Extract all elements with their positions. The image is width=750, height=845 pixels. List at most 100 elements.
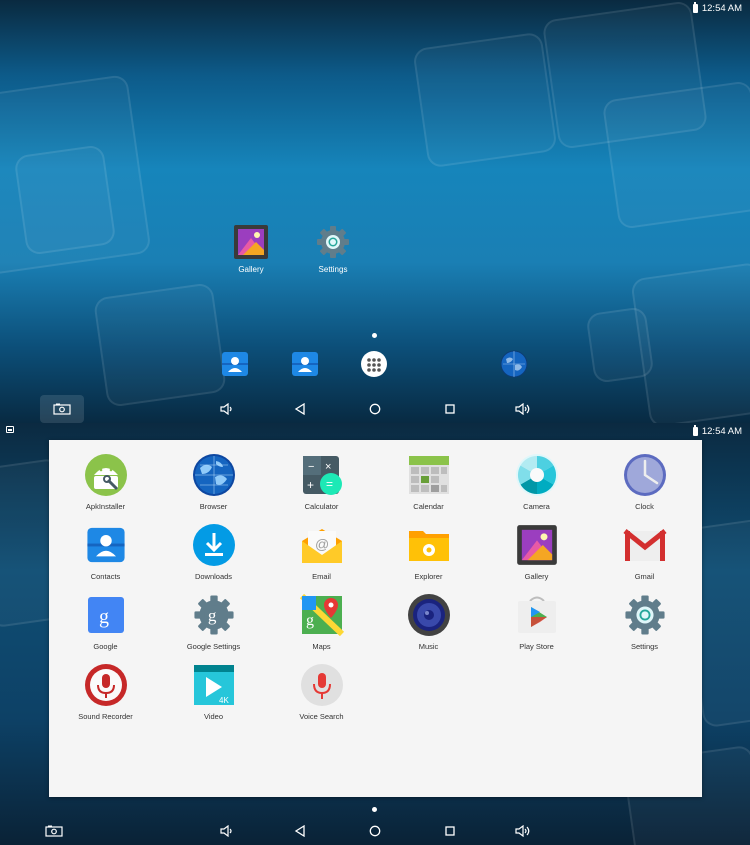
app-browser[interactable]: Browser xyxy=(160,453,267,511)
recents-button[interactable] xyxy=(436,395,464,423)
wallpaper-square xyxy=(585,306,655,384)
app-calculator[interactable]: − × + = Calculator xyxy=(268,453,375,511)
calculator-icon: − × + = xyxy=(300,453,344,497)
app-label: Camera xyxy=(523,502,550,511)
app-label: Explorer xyxy=(414,572,443,581)
browser-globe-icon xyxy=(500,350,528,378)
settings-gear-icon xyxy=(315,224,351,260)
gmail-icon xyxy=(622,523,667,567)
app-play-store[interactable]: Play Store xyxy=(483,593,590,651)
email-icon: @ xyxy=(300,523,344,567)
app-explorer[interactable]: Explorer xyxy=(375,523,482,581)
svg-text:=: = xyxy=(326,477,333,491)
back-button[interactable] xyxy=(286,817,314,845)
app-contacts[interactable]: Contacts xyxy=(52,523,159,581)
status-bar: 12:54 AM xyxy=(0,423,750,439)
dock-contacts[interactable] xyxy=(221,350,249,378)
app-camera[interactable]: Camera xyxy=(483,453,590,511)
app-email[interactable]: @ Email xyxy=(268,523,375,581)
app-label: Email xyxy=(312,572,331,581)
screenshot-icon xyxy=(45,825,63,837)
screenshot-button[interactable] xyxy=(40,817,68,845)
volume-up-button[interactable] xyxy=(509,395,537,423)
app-label: Settings xyxy=(630,642,659,651)
home-icon xyxy=(369,403,381,415)
dock-contacts[interactable] xyxy=(291,350,319,378)
app-google-settings[interactable]: g Google Settings xyxy=(160,593,267,651)
battery-icon xyxy=(692,425,698,436)
settings-gear-icon xyxy=(623,593,667,637)
contacts-icon xyxy=(292,352,318,376)
play-store-icon xyxy=(515,593,559,637)
app-apkinstaller[interactable]: ApkInstaller xyxy=(52,453,159,511)
status-time: 12:54 AM xyxy=(701,426,742,437)
contacts-icon xyxy=(84,523,128,567)
google-icon: g xyxy=(84,593,128,637)
page-indicator-dot xyxy=(372,807,377,812)
app-settings[interactable]: Settings xyxy=(591,593,698,651)
wallpaper-square xyxy=(13,144,117,256)
svg-text:−: − xyxy=(308,461,314,473)
speaker-icon xyxy=(407,593,451,637)
camera-shutter-icon xyxy=(515,453,559,497)
volume-up-icon xyxy=(515,825,530,837)
app-label: Clock xyxy=(635,502,654,511)
app-label: Calculator xyxy=(304,502,339,511)
back-button[interactable] xyxy=(286,395,314,423)
home-screen: 12:54 AM Gallery Settings xyxy=(0,0,750,423)
app-label: Gmail xyxy=(634,572,655,581)
volume-up-icon xyxy=(515,403,530,415)
app-video[interactable]: 4K Video xyxy=(160,663,267,721)
volume-down-button[interactable] xyxy=(213,817,241,845)
volume-up-button[interactable] xyxy=(509,817,537,845)
svg-text:@: @ xyxy=(315,536,329,552)
volume-down-icon xyxy=(220,403,232,415)
app-gallery[interactable]: Gallery xyxy=(483,523,590,581)
app-calendar[interactable]: Calendar xyxy=(375,453,482,511)
svg-text:g: g xyxy=(306,612,314,629)
home-button[interactable] xyxy=(361,395,389,423)
app-music[interactable]: Music xyxy=(375,593,482,651)
app-label: Voice Search xyxy=(299,712,344,721)
back-icon xyxy=(294,403,305,415)
app-downloads[interactable]: Downloads xyxy=(160,523,267,581)
desktop-shortcut-settings[interactable]: Settings xyxy=(303,224,363,274)
dock-browser[interactable] xyxy=(500,350,528,378)
app-clock[interactable]: Clock xyxy=(591,453,698,511)
page-indicator-dot xyxy=(372,333,377,338)
app-drawer-screen: 12:54 AM ApkInstaller Browser − × + = Calcu… xyxy=(0,423,750,845)
desktop-shortcut-gallery[interactable]: Gallery xyxy=(221,224,281,274)
app-label: Play Store xyxy=(519,642,554,651)
contacts-icon xyxy=(222,352,248,376)
recents-button[interactable] xyxy=(436,817,464,845)
screenshot-icon xyxy=(53,403,71,415)
volume-down-icon xyxy=(220,825,232,837)
recents-icon xyxy=(445,826,455,836)
app-gmail[interactable]: Gmail xyxy=(591,523,698,581)
svg-text:g: g xyxy=(99,606,109,628)
download-icon xyxy=(192,523,236,567)
app-voice-search[interactable]: Voice Search xyxy=(268,663,375,721)
app-label: Downloads xyxy=(194,572,233,581)
all-apps-button[interactable] xyxy=(360,350,388,378)
volume-down-button[interactable] xyxy=(213,395,241,423)
app-label: Calendar xyxy=(413,502,444,511)
screenshot-notification-icon xyxy=(6,426,14,433)
app-sound-recorder[interactable]: Sound Recorder xyxy=(52,663,159,721)
google-settings-icon: g xyxy=(192,593,236,637)
home-button[interactable] xyxy=(361,817,389,845)
back-icon xyxy=(294,825,305,837)
svg-text:4K: 4K xyxy=(219,696,229,705)
app-maps[interactable]: g Maps xyxy=(268,593,375,651)
folder-icon xyxy=(407,523,451,567)
microphone-icon xyxy=(84,663,128,707)
screenshot-button[interactable] xyxy=(40,395,84,423)
clock-icon xyxy=(623,453,667,497)
app-google[interactable]: g Google xyxy=(52,593,159,651)
desktop-icon-label: Settings xyxy=(318,265,348,274)
app-label: Video xyxy=(203,712,224,721)
navigation-bar xyxy=(0,395,750,423)
status-bar: 12:54 AM xyxy=(0,0,750,16)
app-label: Sound Recorder xyxy=(78,712,133,721)
maps-icon: g xyxy=(299,593,344,637)
